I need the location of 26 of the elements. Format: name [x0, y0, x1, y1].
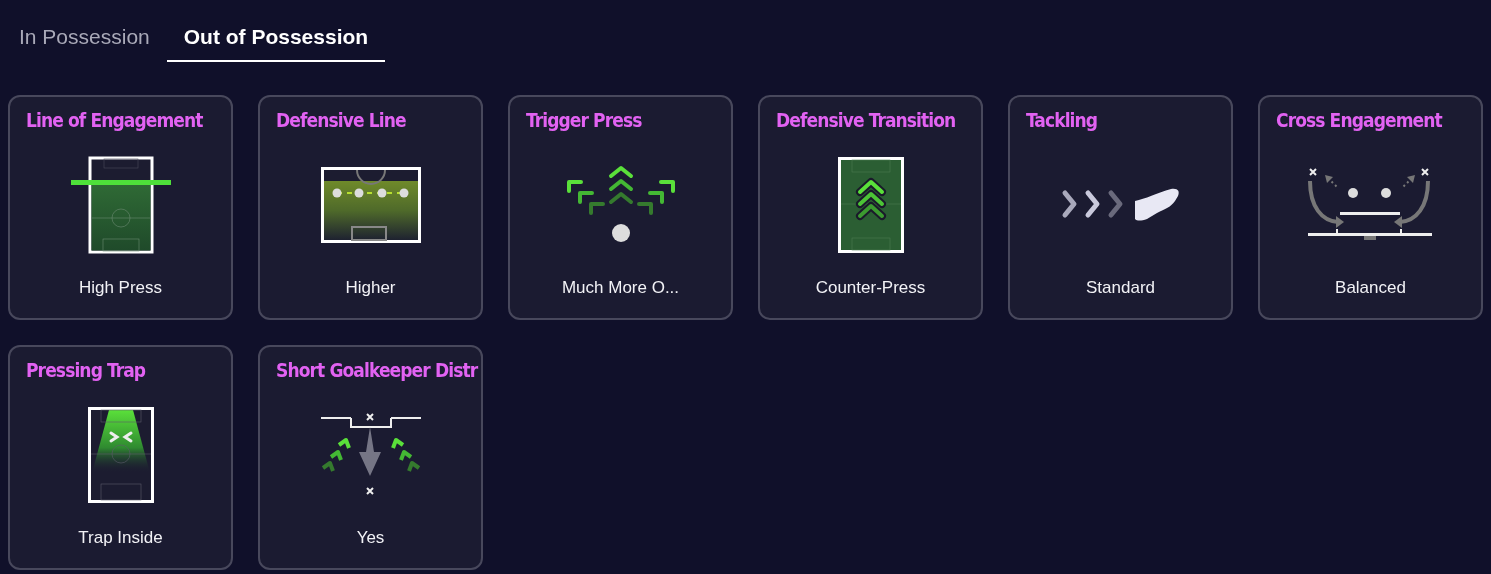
tactic-card[interactable]: Defensive Line Higher — [258, 95, 483, 320]
card-title: Defensive Line — [276, 109, 406, 131]
card-title: Line of Engagement — [26, 109, 203, 131]
card-value: Counter-Press — [815, 278, 927, 298]
tactic-card[interactable]: Defensive Transition Counter-Press — [758, 95, 983, 320]
card-title: Pressing Trap — [26, 359, 146, 381]
card-value: High Press — [78, 278, 164, 298]
tactic-card[interactable]: Cross Engagement Balanced — [1258, 95, 1483, 320]
tactic-card[interactable]: Short Goalkeeper Distr Yes — [258, 345, 483, 570]
card-value: Higher — [345, 278, 397, 298]
tactic-card[interactable]: Pressing Trap Trap Inside — [8, 345, 233, 570]
tab[interactable]: In Possession — [2, 0, 167, 62]
tab[interactable]: Out of Possession — [166, 0, 386, 62]
tactic-card[interactable]: Trigger Press Much More O... — [508, 95, 733, 320]
card-title: Defensive Transition — [776, 109, 956, 131]
card-title: Trigger Press — [526, 109, 642, 131]
card-value: Trap Inside — [78, 528, 164, 548]
card-title: Cross Engagement — [1276, 109, 1442, 131]
card-title: Tackling — [1026, 109, 1098, 131]
card-value: Much More O... — [561, 278, 681, 298]
tactic-card[interactable]: Line of Engagement High Press — [8, 95, 233, 320]
card-value: Yes — [356, 528, 386, 548]
card-title: Short Goalkeeper Distr — [276, 359, 478, 381]
card-value: Standard — [1086, 278, 1156, 298]
card-value: Balanced — [1335, 278, 1407, 298]
tactic-card[interactable]: Tackling Standard — [1008, 95, 1233, 320]
